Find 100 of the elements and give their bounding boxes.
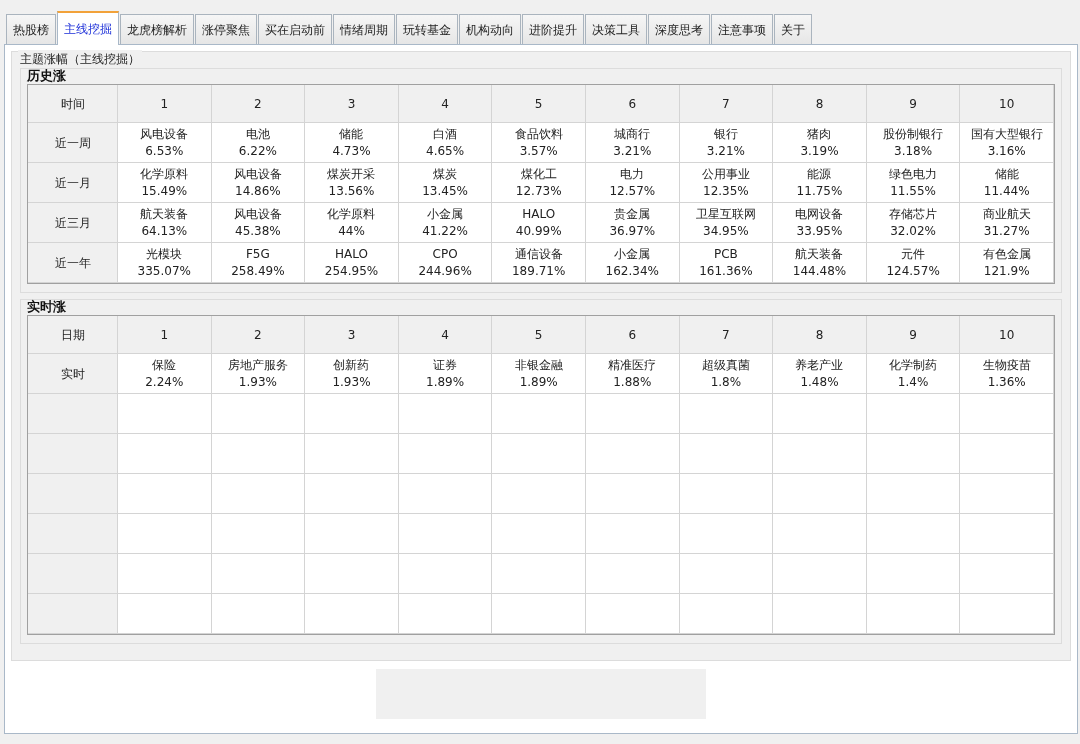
- sector-name: F5G: [245, 245, 270, 263]
- tab[interactable]: 机构动向: [459, 14, 521, 44]
- column-header: 4: [398, 85, 493, 123]
- row-header: 近一年: [28, 243, 118, 283]
- percent-change: 1.93%: [238, 373, 277, 391]
- percent-change: 64.13%: [141, 222, 188, 240]
- column-header: 8: [773, 316, 867, 354]
- column-header: 7: [679, 85, 774, 123]
- sector-name: 光模块: [146, 245, 183, 263]
- percent-change: 335.07%: [137, 262, 191, 280]
- percent-change: 1.89%: [519, 373, 558, 391]
- tab[interactable]: 情绪周期: [333, 14, 395, 44]
- column-header: 9: [866, 85, 961, 123]
- percent-change: 41.22%: [422, 222, 468, 240]
- sector-name: 国有大型银行: [970, 125, 1043, 143]
- sector-name: 房地产服务: [227, 356, 288, 374]
- percent-change: 13.45%: [422, 182, 468, 200]
- sector-name: 白酒: [433, 125, 458, 143]
- percent-change: 254.95%: [324, 262, 379, 280]
- column-header: 10: [960, 85, 1054, 123]
- column-header: 8: [773, 85, 867, 123]
- percent-change: 3.19%: [800, 142, 839, 160]
- percent-change: 40.99%: [515, 222, 562, 240]
- tab[interactable]: 进阶提升: [522, 14, 584, 44]
- section-title: 实时涨: [27, 299, 67, 315]
- sector-name: 电池: [245, 125, 270, 143]
- tab[interactable]: 深度思考: [648, 14, 710, 44]
- sector-name: 非银金融: [514, 356, 563, 374]
- tab[interactable]: 注意事项: [711, 14, 773, 44]
- column-header: 10: [960, 316, 1054, 354]
- percent-change: 1.48%: [800, 373, 839, 391]
- sector-name: 有色金属: [982, 245, 1031, 263]
- sector-name: 煤炭开采: [327, 165, 376, 183]
- percent-change: 3.21%: [706, 142, 745, 160]
- sector-name: 小金属: [427, 205, 464, 223]
- sector-name: 小金属: [614, 245, 651, 263]
- row-header: 近三月: [28, 203, 118, 243]
- tab[interactable]: 涨停聚焦: [195, 14, 257, 44]
- sector-name: 证券: [433, 356, 458, 374]
- sector-name: 煤炭: [433, 165, 458, 183]
- sector-name: 电力: [620, 165, 645, 183]
- sector-name: 风电设备: [233, 205, 282, 223]
- tab[interactable]: 决策工具: [585, 14, 647, 44]
- percent-change: 161.36%: [699, 262, 753, 280]
- column-header: 2: [211, 85, 306, 123]
- percent-change: 124.57%: [886, 262, 940, 280]
- row-header: 近一周: [28, 123, 118, 163]
- tab[interactable]: 关于: [774, 14, 812, 44]
- sector-name: 储能: [339, 125, 364, 143]
- corner-header: 时间: [28, 85, 118, 123]
- percent-change: 31.27%: [983, 222, 1030, 240]
- sector-name: 城商行: [614, 125, 651, 143]
- sector-name: 卫星互联网: [695, 205, 756, 223]
- corner-header: 日期: [28, 316, 118, 354]
- sector-name: 食品饮料: [514, 125, 563, 143]
- percent-change: 1.93%: [332, 373, 371, 391]
- sector-name: 创新药: [333, 356, 370, 374]
- percent-change: 34.95%: [703, 222, 749, 240]
- percent-change: 4.65%: [426, 142, 465, 160]
- sector-name: HALO: [335, 245, 368, 263]
- sector-name: HALO: [522, 205, 556, 223]
- column-header: 1: [118, 85, 212, 123]
- percent-change: 12.35%: [703, 182, 749, 200]
- column-header: 5: [492, 85, 586, 123]
- tab[interactable]: 买在启动前: [258, 14, 332, 44]
- tab[interactable]: 玩转基金: [396, 14, 458, 44]
- percent-change: 12.73%: [515, 182, 562, 200]
- column-header: 3: [305, 316, 399, 354]
- sector-name: 精准医疗: [608, 356, 657, 374]
- sector-name: 贵金属: [614, 205, 651, 223]
- sector-name: 保险: [152, 356, 177, 374]
- sector-name: 风电设备: [140, 125, 189, 143]
- percent-change: 6.22%: [238, 142, 277, 160]
- column-header: 2: [211, 316, 306, 354]
- percent-change: 3.18%: [894, 142, 933, 160]
- sector-name: 绿色电力: [889, 165, 938, 183]
- percent-change: 44%: [338, 222, 365, 240]
- column-header: 5: [492, 316, 586, 354]
- sector-name: 通信设备: [514, 245, 563, 263]
- percent-change: 4.73%: [332, 142, 371, 160]
- sector-name: 能源: [807, 165, 832, 183]
- column-header: 4: [398, 316, 493, 354]
- row-header: 实时: [28, 354, 118, 394]
- percent-change: 11.75%: [796, 182, 843, 200]
- sector-name: 生物疫苗: [982, 356, 1031, 374]
- percent-change: 144.48%: [792, 262, 847, 280]
- percent-change: 244.96%: [418, 262, 472, 280]
- percent-change: 12.57%: [609, 182, 656, 200]
- column-header: 6: [586, 316, 680, 354]
- tab[interactable]: 热股榜: [6, 14, 56, 44]
- tab[interactable]: 龙虎榜解析: [120, 14, 194, 44]
- percent-change: 189.71%: [512, 262, 566, 280]
- percent-change: 14.86%: [235, 182, 281, 200]
- percent-change: 6.53%: [145, 142, 184, 160]
- sector-name: 化学制药: [889, 356, 938, 374]
- percent-change: 15.49%: [141, 182, 188, 200]
- sector-name: 化学原料: [140, 165, 189, 183]
- column-header: 7: [679, 316, 774, 354]
- tab[interactable]: 主线挖掘: [57, 11, 119, 45]
- sector-name: 存储芯片: [889, 205, 938, 223]
